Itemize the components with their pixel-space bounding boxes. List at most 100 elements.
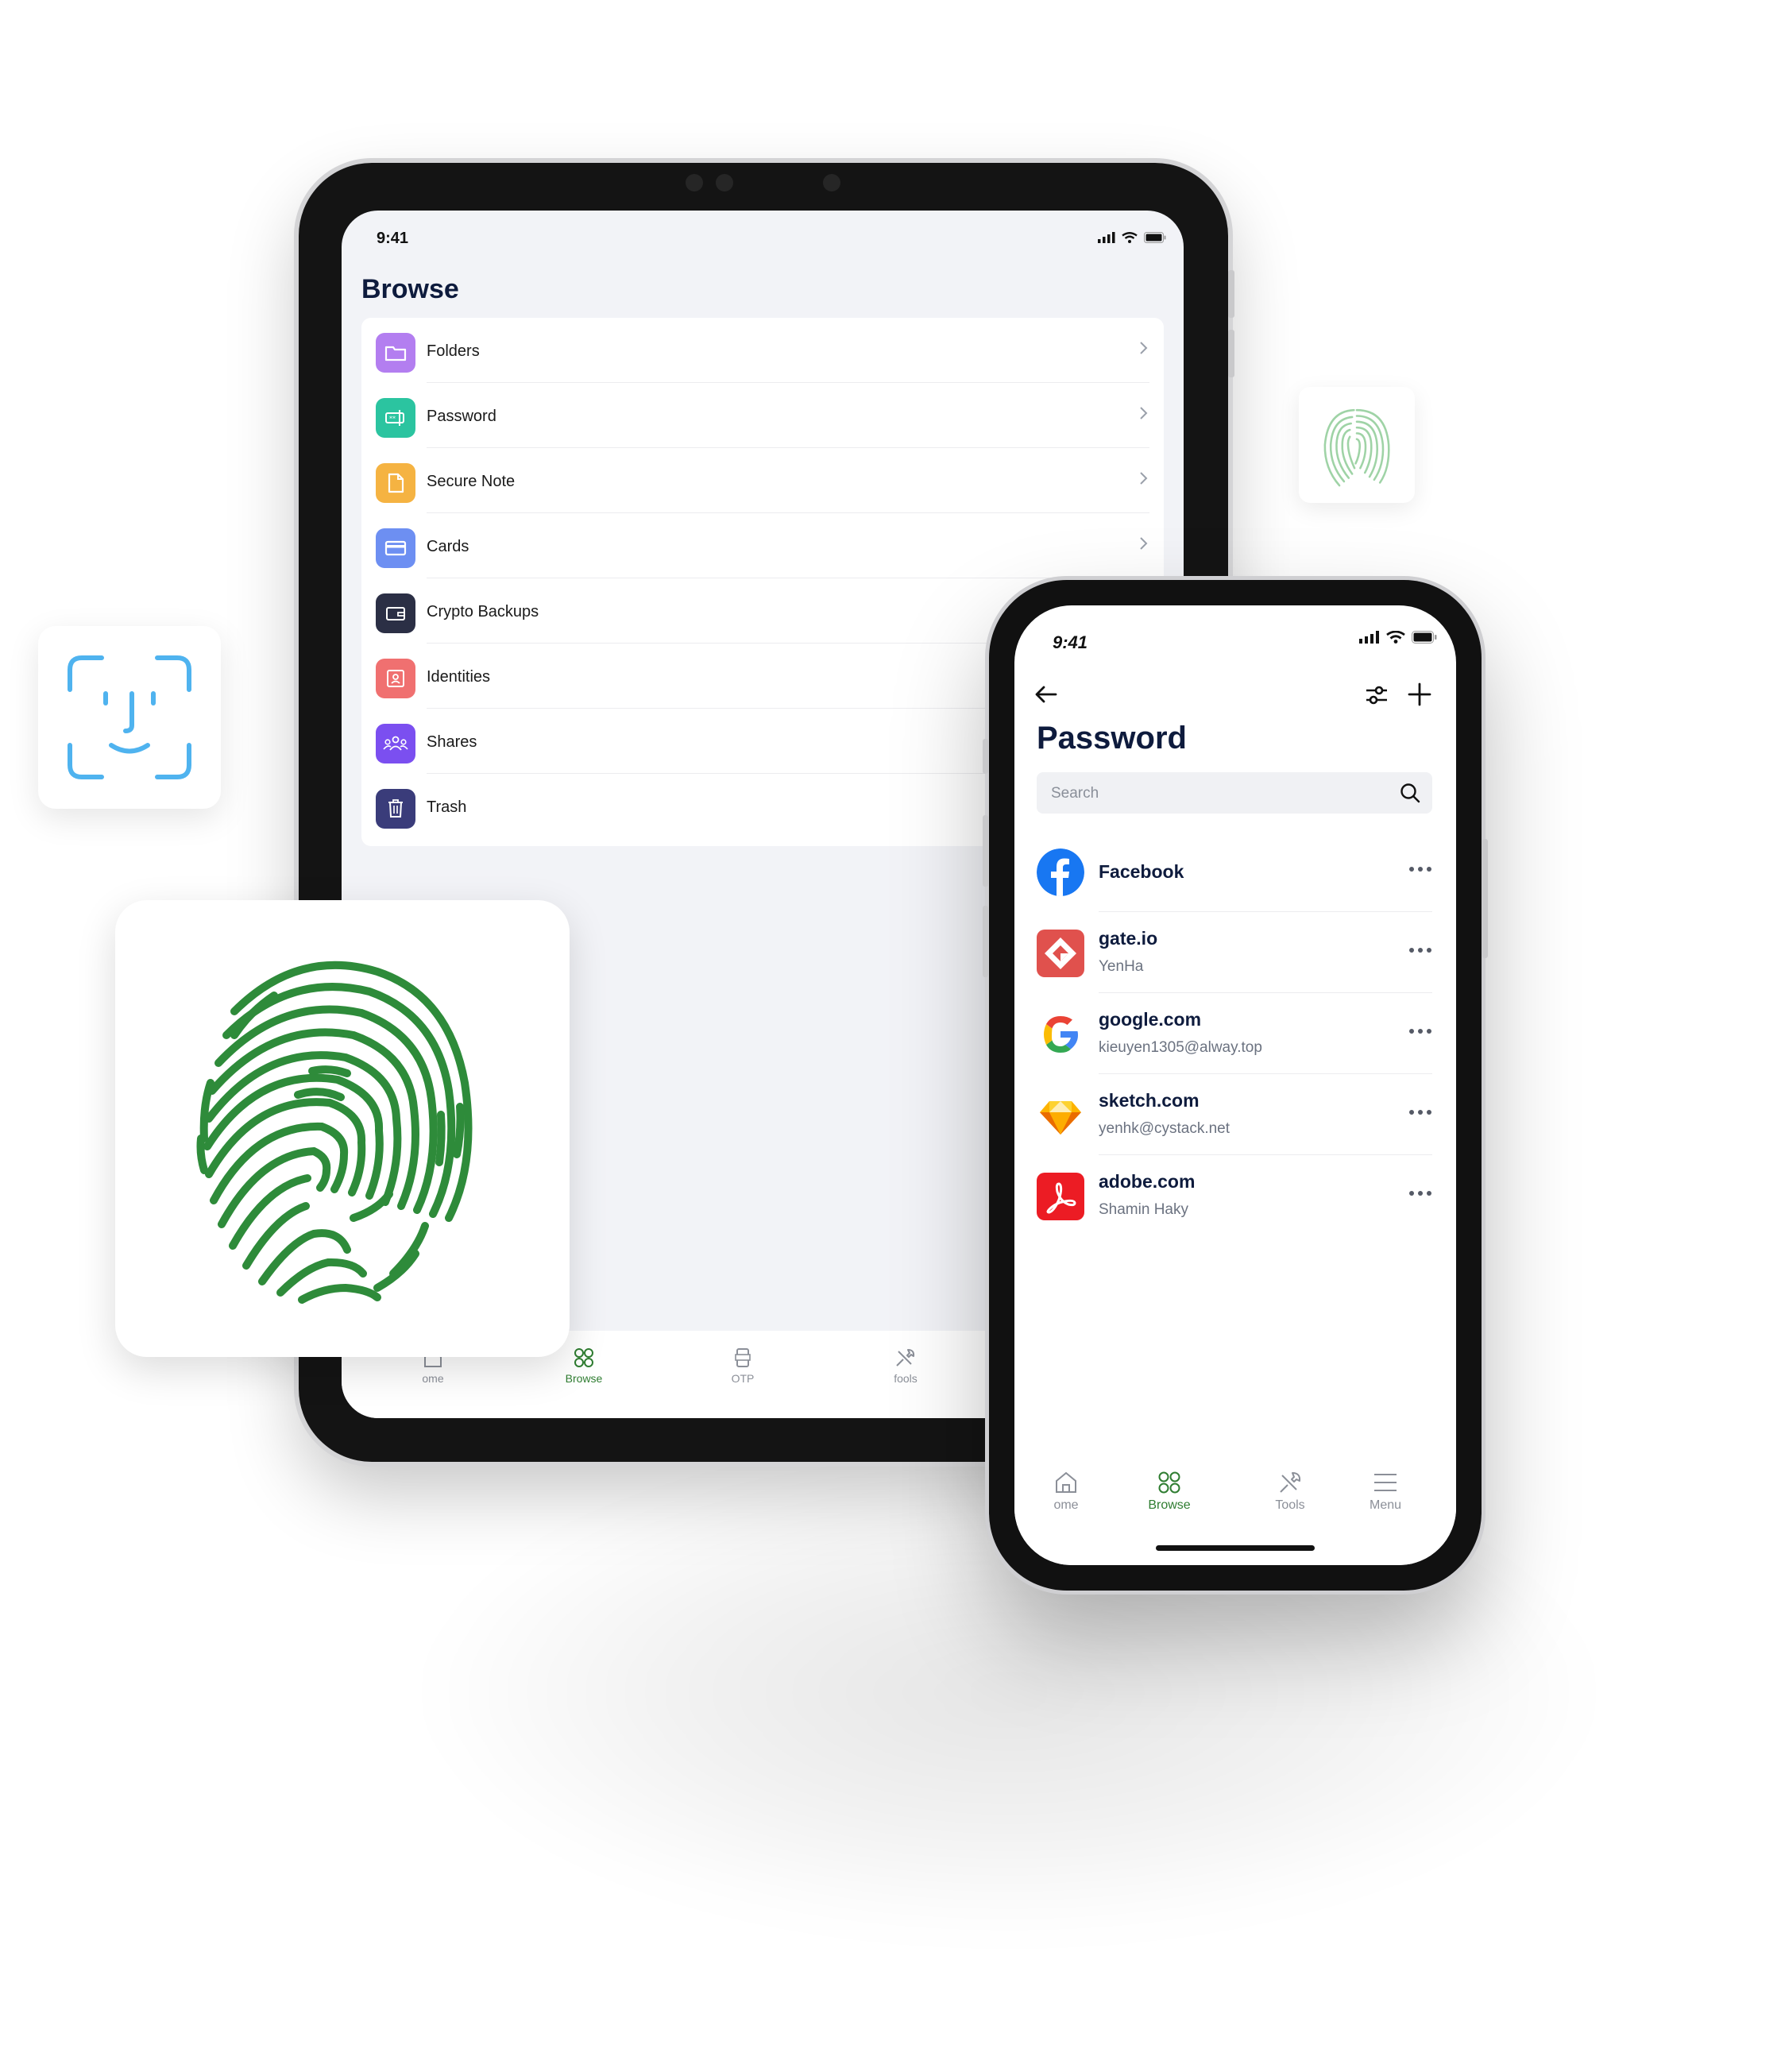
- tablet-camera: [716, 174, 733, 191]
- list-item-label: Trash: [427, 798, 467, 816]
- list-item-label: Password: [427, 408, 496, 425]
- add-item-icon[interactable]: [1407, 682, 1432, 707]
- tab-tools[interactable]: fools: [858, 1347, 953, 1385]
- tablet-side-button: [1228, 330, 1234, 377]
- phone-side-button: [1482, 839, 1488, 958]
- signal-icon: [1359, 631, 1379, 644]
- battery-icon: [1412, 631, 1437, 644]
- tab-label: Menu: [1369, 1498, 1402, 1512]
- tablet-side-button: [1228, 270, 1234, 318]
- item-username: Shamin Haky: [1099, 1201, 1188, 1218]
- browse-icon: [1158, 1471, 1180, 1494]
- phone-side-button: [983, 815, 988, 887]
- gateio-logo: [1037, 930, 1084, 977]
- status-bar: 9:41: [342, 211, 1184, 274]
- tab-tools[interactable]: Tools: [1246, 1470, 1334, 1513]
- password-item-gateio[interactable]: gate.io YenHa: [1037, 912, 1432, 993]
- more-options-icon[interactable]: [1408, 1109, 1432, 1115]
- tab-label: fools: [894, 1372, 918, 1385]
- tab-label: ome: [422, 1372, 444, 1385]
- shares-icon: [376, 724, 415, 763]
- adobe-logo: [1037, 1173, 1084, 1220]
- wallet-icon: [376, 593, 415, 633]
- tab-browse[interactable]: Browse: [1126, 1470, 1213, 1513]
- signal-icon: [1098, 232, 1115, 243]
- list-item-label: Shares: [427, 733, 477, 751]
- item-name: gate.io: [1099, 928, 1158, 949]
- google-logo: [1037, 1011, 1084, 1058]
- list-item-label: Crypto Backups: [427, 603, 539, 620]
- filter-sliders-icon[interactable]: [1364, 683, 1389, 707]
- password-item-google[interactable]: google.com kieuyen1305@alway.top: [1037, 993, 1432, 1074]
- item-username: yenhk@cystack.net: [1099, 1120, 1230, 1137]
- face-id-icon: [68, 655, 191, 779]
- search-input[interactable]: Search: [1037, 772, 1432, 814]
- more-options-icon[interactable]: [1408, 947, 1432, 953]
- list-item-secure-note[interactable]: Secure Note: [361, 448, 1164, 513]
- item-username: YenHa: [1099, 958, 1144, 975]
- list-item-label: Secure Note: [427, 473, 516, 490]
- password-icon: **: [376, 398, 415, 438]
- wifi-icon: [1122, 232, 1138, 243]
- otp-icon: [735, 1348, 751, 1367]
- item-name: adobe.com: [1099, 1171, 1196, 1192]
- fingerprint-card-small: [1299, 387, 1415, 503]
- fingerprint-icon: [1323, 408, 1390, 487]
- tab-otp[interactable]: OTP: [695, 1347, 790, 1385]
- phone-device: 9:41 Password Search Facebook gate.io Ye…: [983, 580, 1488, 1591]
- battery-icon: [1144, 232, 1166, 243]
- folder-icon: [376, 333, 415, 373]
- status-time: 9:41: [377, 230, 409, 247]
- back-arrow-icon[interactable]: [1033, 683, 1059, 705]
- password-item-adobe[interactable]: adobe.com Shamin Haky: [1037, 1155, 1432, 1236]
- svg-text:**: **: [389, 416, 396, 423]
- sketch-logo: [1037, 1092, 1084, 1139]
- tab-label: OTP: [731, 1372, 755, 1385]
- fingerprint-card-large: [115, 900, 570, 1357]
- tab-label: Tools: [1275, 1498, 1305, 1512]
- tools-icon: [896, 1349, 915, 1367]
- more-options-icon[interactable]: [1408, 866, 1432, 872]
- home-icon: [1056, 1471, 1076, 1493]
- card-icon: [376, 528, 415, 568]
- status-time: 9:41: [1053, 632, 1088, 652]
- password-item-facebook[interactable]: Facebook: [1037, 831, 1432, 912]
- face-id-card: [38, 626, 221, 809]
- chevron-right-icon: [1140, 472, 1148, 485]
- page-title: Browse: [361, 274, 459, 304]
- chevron-right-icon: [1140, 407, 1148, 419]
- tab-label: ome: [1053, 1498, 1079, 1512]
- list-item-label: Identities: [427, 668, 491, 686]
- tablet-camera: [823, 174, 840, 191]
- phone-side-button: [983, 739, 988, 774]
- wifi-icon: [1386, 631, 1405, 644]
- facebook-logo: [1037, 849, 1084, 896]
- more-options-icon[interactable]: [1408, 1028, 1432, 1034]
- item-username: kieuyen1305@alway.top: [1099, 1039, 1262, 1056]
- password-item-sketch[interactable]: sketch.com yenhk@cystack.net: [1037, 1074, 1432, 1155]
- tab-label: Browse: [565, 1372, 603, 1385]
- home-indicator: [1156, 1545, 1315, 1551]
- tools-icon: [1280, 1472, 1301, 1493]
- item-name: Facebook: [1099, 861, 1184, 882]
- tab-menu[interactable]: Menu: [1342, 1470, 1429, 1513]
- phone-side-button: [983, 906, 988, 977]
- chevron-right-icon: [1140, 342, 1148, 354]
- tab-label: Browse: [1148, 1498, 1191, 1512]
- more-options-icon[interactable]: [1408, 1190, 1432, 1196]
- chevron-right-icon: [1140, 537, 1148, 550]
- phone-screen: 9:41 Password Search Facebook gate.io Ye…: [1014, 605, 1456, 1565]
- tab-home[interactable]: ome: [1022, 1470, 1110, 1513]
- search-icon[interactable]: [1399, 782, 1421, 804]
- item-name: google.com: [1099, 1009, 1202, 1030]
- list-item-label: Folders: [427, 342, 480, 360]
- fingerprint-icon: [196, 961, 473, 1304]
- list-item-cards[interactable]: Cards: [361, 513, 1164, 578]
- browse-icon: [574, 1348, 593, 1367]
- list-item-folders[interactable]: Folders: [361, 318, 1164, 383]
- page-title: Password: [1037, 721, 1187, 756]
- search-placeholder: Search: [1051, 785, 1099, 802]
- identity-icon: [376, 659, 415, 698]
- list-item-password[interactable]: ** Password: [361, 383, 1164, 448]
- trash-icon: [376, 789, 415, 829]
